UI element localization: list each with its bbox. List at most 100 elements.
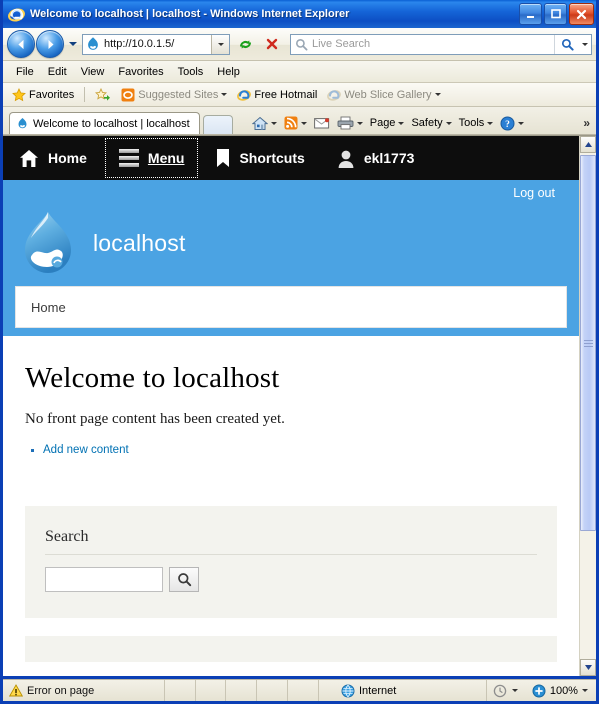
toolbar-item-user[interactable]: ekl1773 <box>321 136 431 180</box>
security-zone-label: Internet <box>358 684 397 697</box>
scrollbar-thumb[interactable] <box>580 155 596 531</box>
tab-bar: Welcome to localhost | localhost Page Sa… <box>3 107 596 134</box>
free-hotmail-item[interactable]: Free Hotmail <box>233 87 321 103</box>
add-star-icon <box>95 87 111 101</box>
address-input[interactable]: http://10.0.1.5/ <box>104 38 211 50</box>
new-tab-button[interactable] <box>202 115 233 134</box>
chevron-down-icon[interactable] <box>300 121 307 125</box>
maximize-button[interactable] <box>544 3 567 25</box>
menu-help[interactable]: Help <box>210 66 247 78</box>
stop-button[interactable] <box>260 33 284 56</box>
drupal-droplet-logo[interactable] <box>21 210 75 276</box>
menu-file[interactable]: File <box>9 66 41 78</box>
logout-link[interactable]: Log out <box>513 186 555 200</box>
free-hotmail-label: Free Hotmail <box>254 88 318 101</box>
command-page-menu[interactable]: Page <box>367 115 408 131</box>
command-help-menu[interactable]: ? <box>497 114 527 133</box>
chevron-down-icon[interactable] <box>221 93 228 96</box>
web-slice-gallery-label: Web Slice Gallery <box>344 88 432 101</box>
command-bar-overflow-button[interactable]: » <box>583 116 590 130</box>
suggested-sites-label: Suggested Sites <box>138 88 219 101</box>
menu-edit[interactable]: Edit <box>41 66 74 78</box>
star-icon <box>12 87 26 101</box>
chevron-down-icon[interactable] <box>445 121 452 125</box>
vertical-scrollbar[interactable] <box>579 136 596 676</box>
browser-tab-label: Welcome to localhost | localhost <box>33 117 190 130</box>
chevron-down-icon[interactable] <box>356 121 363 125</box>
favorites-button-label: Favorites <box>29 88 75 101</box>
chevron-down-icon[interactable] <box>511 689 518 692</box>
menu-favorites[interactable]: Favorites <box>111 66 170 78</box>
address-bar[interactable]: http://10.0.1.5/ <box>82 33 230 55</box>
live-search-box[interactable]: Live Search <box>290 33 592 55</box>
refresh-button[interactable] <box>233 33 257 56</box>
page-title: Welcome to localhost <box>25 362 280 394</box>
search-provider-dropdown[interactable] <box>579 35 591 54</box>
chevron-down-icon[interactable] <box>270 121 277 125</box>
site-name[interactable]: localhost <box>93 230 186 257</box>
search-submit-button[interactable] <box>169 567 199 592</box>
command-tools-menu[interactable]: Tools <box>456 115 497 131</box>
scrollbar-track[interactable] <box>580 153 596 659</box>
web-slice-gallery-item[interactable]: Web Slice Gallery <box>323 87 444 103</box>
suggested-sites-item[interactable]: Suggested Sites <box>117 87 231 103</box>
scrollbar-grip-icon <box>583 338 593 349</box>
search-form <box>45 567 537 592</box>
chevron-down-icon[interactable] <box>487 121 494 125</box>
toolbar-item-shortcuts[interactable]: Shortcuts <box>200 136 320 180</box>
search-icon <box>296 38 308 50</box>
chevron-down-icon[interactable] <box>398 121 405 125</box>
command-safety-menu[interactable]: Safety <box>408 115 454 131</box>
drupal-favicon <box>85 36 101 52</box>
command-feeds-button[interactable] <box>281 114 310 132</box>
page-error-status[interactable]: Error on page <box>3 680 165 701</box>
security-zone-status[interactable]: Internet <box>331 680 487 701</box>
command-safety-label: Safety <box>411 117 443 129</box>
page-error-label: Error on page <box>27 684 95 697</box>
content-action-list: Add new content <box>25 442 557 458</box>
toolbar-item-user-label: ekl1773 <box>363 150 415 166</box>
hamburger-icon <box>118 149 139 167</box>
command-read-mail-button[interactable] <box>311 115 333 132</box>
browser-tab[interactable]: Welcome to localhost | localhost <box>9 112 200 134</box>
chevron-down-icon[interactable] <box>518 121 525 125</box>
printer-icon <box>337 116 354 130</box>
chevron-down-icon[interactable] <box>434 93 441 96</box>
toolbar-item-home-label: Home <box>48 150 87 166</box>
command-print-button[interactable] <box>334 114 366 132</box>
web-page: Home Menu Shortcuts ekl1773 Log out loca… <box>3 136 579 676</box>
site-branding: localhost <box>13 206 569 286</box>
protected-mode-status[interactable] <box>487 680 526 701</box>
zoom-icon <box>532 684 546 697</box>
scroll-up-button[interactable] <box>580 136 596 153</box>
back-button[interactable] <box>7 30 35 58</box>
toolbar-item-menu[interactable]: Menu <box>103 136 201 180</box>
drupal-admin-toolbar: Home Menu Shortcuts ekl1773 <box>3 136 579 180</box>
search-input[interactable] <box>45 567 163 592</box>
list-item: Add new content <box>31 442 557 458</box>
address-dropdown-button[interactable] <box>211 34 229 54</box>
add-new-content-link[interactable]: Add new content <box>43 444 129 456</box>
command-home-button[interactable] <box>249 114 280 133</box>
menu-tools[interactable]: Tools <box>171 66 211 78</box>
site-header: Log out localhost Home <box>3 180 579 336</box>
window-title: Welcome to localhost | localhost - Windo… <box>30 8 350 20</box>
minimize-button[interactable] <box>519 3 542 25</box>
toolbar-item-home[interactable]: Home <box>3 136 103 180</box>
toolbar-item-menu-label: Menu <box>147 150 185 166</box>
scroll-down-button[interactable] <box>580 659 596 676</box>
chevron-down-icon[interactable] <box>581 689 588 692</box>
status-slot-1 <box>165 680 196 701</box>
menu-view[interactable]: View <box>74 66 112 78</box>
add-to-favorites-bar-button[interactable] <box>91 87 115 103</box>
favorites-button[interactable]: Favorites <box>8 87 78 103</box>
zoom-status[interactable]: 100% <box>526 680 596 701</box>
ie-icon <box>237 89 252 101</box>
status-slot-2 <box>196 680 227 701</box>
forward-button[interactable] <box>36 30 64 58</box>
nav-item-home[interactable]: Home <box>31 300 66 315</box>
close-button[interactable] <box>569 3 594 25</box>
status-slot-3 <box>226 680 258 701</box>
recent-pages-dropdown[interactable] <box>66 31 79 57</box>
search-go-button[interactable] <box>554 34 579 54</box>
